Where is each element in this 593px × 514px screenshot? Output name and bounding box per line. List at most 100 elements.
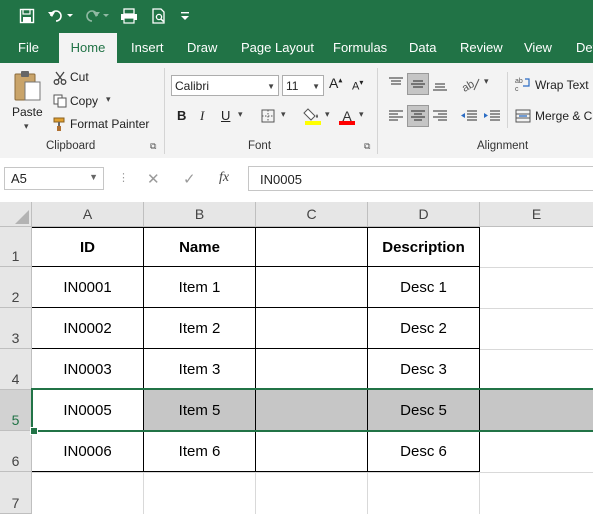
row-header-7[interactable]: 7 [0,472,32,514]
table-cell[interactable]: IN0001 [32,267,143,307]
formula-input[interactable]: IN0005 [248,166,593,191]
table-border [479,227,480,472]
wrap-text-icon[interactable]: ab c [514,75,532,93]
table-cell[interactable]: IN0002 [32,308,143,348]
underline-dropdown-icon[interactable]: ▾ [238,109,243,120]
quick-print-icon[interactable] [118,6,140,26]
table-cell[interactable]: IN0006 [32,431,143,471]
header-cell-name[interactable]: Name [144,228,255,266]
column-header-e[interactable]: E [480,202,593,227]
header-cell-id[interactable]: ID [32,228,143,266]
tab-data[interactable]: Data [409,33,436,63]
paste-dropdown-icon[interactable]: ▾ [24,121,29,132]
row-header-2[interactable]: 2 [0,267,32,308]
font-size-combo[interactable]: 11 ▼ [282,75,324,96]
font-color-dropdown-icon[interactable]: ▾ [359,109,364,120]
align-right-icon[interactable] [429,105,451,127]
undo-icon[interactable] [46,6,76,26]
borders-icon[interactable] [258,107,278,125]
cut-icon[interactable] [52,70,68,86]
tab-file[interactable]: File [18,33,39,63]
tab-view[interactable]: View [524,33,552,63]
gridline [480,267,593,268]
column-header-a[interactable]: A [32,202,144,227]
clipboard-launcher-icon[interactable]: ⧉ [150,141,156,152]
row-header-3[interactable]: 3 [0,308,32,349]
column-header-b[interactable]: B [144,202,256,227]
redo-icon[interactable] [82,6,112,26]
name-box[interactable]: A5 ▼ [4,167,104,190]
center-align-icon[interactable] [407,105,429,127]
gridline [479,472,480,514]
insert-function-button[interactable]: fx [219,170,229,186]
merge-center-icon[interactable] [514,107,532,125]
format-painter-icon[interactable] [52,116,68,132]
table-cell[interactable]: Item 1 [144,267,255,307]
gridline [480,472,593,473]
column-header-c[interactable]: C [256,202,368,227]
cancel-icon[interactable]: ✕ [147,170,160,188]
column-header-d[interactable]: D [368,202,480,227]
header-cell-empty[interactable] [256,228,367,266]
shrink-font-icon[interactable]: A▾ [352,78,363,93]
customize-toolbar-icon[interactable] [178,6,192,26]
fill-handle[interactable] [30,427,38,435]
tab-draw[interactable]: Draw [187,33,217,63]
splitter-icon[interactable]: ⋮ [118,171,129,184]
alignment-group-label: Alignment [477,140,529,152]
table-cell[interactable]: Item 6 [144,431,255,471]
row-header-6[interactable]: 6 [0,431,32,472]
tab-page-layout[interactable]: Page Layout [241,33,314,63]
font-color-icon[interactable]: A [337,105,357,127]
row-header-4[interactable]: 4 [0,349,32,390]
orientation-dropdown-icon[interactable]: ▾ [484,76,489,87]
table-cell[interactable]: Desc 1 [368,267,479,307]
increase-indent-icon[interactable] [481,105,503,127]
copy-icon[interactable] [52,93,68,109]
font-size-value: 11 [286,79,299,93]
enter-icon[interactable]: ✓ [183,170,196,188]
paste-icon[interactable] [12,69,42,103]
table-cell[interactable]: IN0003 [32,349,143,389]
separator [507,72,508,128]
tab-review[interactable]: Review [460,33,503,63]
format-painter-button[interactable]: Format Painter [70,117,149,131]
fill-color-dropdown-icon[interactable]: ▾ [325,109,330,120]
font-launcher-icon[interactable]: ⧉ [364,141,370,152]
merge-center-button[interactable]: Merge & C [535,109,592,123]
table-cell[interactable]: Item 3 [144,349,255,389]
cut-button[interactable]: Cut [70,70,89,84]
paste-button[interactable]: Paste [12,105,43,119]
top-align-icon[interactable] [385,73,407,95]
align-left-icon[interactable] [385,105,407,127]
borders-dropdown-icon[interactable]: ▾ [281,109,286,120]
copy-dropdown-icon[interactable]: ▾ [106,94,111,105]
decrease-indent-icon[interactable] [458,105,480,127]
table-cell[interactable]: Desc 3 [368,349,479,389]
save-icon[interactable] [16,6,38,26]
row-header-1[interactable]: 1 [0,227,32,267]
tab-insert[interactable]: Insert [131,33,164,63]
table-cell[interactable]: Desc 2 [368,308,479,348]
row-header-5[interactable]: 5 [0,390,32,431]
row-number: 2 [11,289,20,305]
tab-formulas[interactable]: Formulas [333,33,387,63]
tab-developer[interactable]: Dev [576,33,593,63]
table-cell[interactable]: Desc 6 [368,431,479,471]
font-name-combo[interactable]: Calibri ▼ [171,75,279,96]
bottom-align-icon[interactable] [429,73,451,95]
italic-button[interactable]: I [200,108,204,124]
header-cell-description[interactable]: Description [368,228,479,266]
middle-align-icon[interactable] [407,73,429,95]
wrap-text-button[interactable]: Wrap Text [535,78,589,92]
fill-color-icon[interactable] [302,105,324,127]
copy-button[interactable]: Copy [70,94,98,108]
grow-font-icon[interactable]: A▴ [329,75,342,91]
tab-home[interactable]: Home [59,33,117,63]
print-preview-icon[interactable] [148,6,170,26]
orientation-icon[interactable]: ab [458,73,484,95]
underline-button[interactable]: U [221,108,230,123]
table-cell[interactable]: Item 2 [144,308,255,348]
select-all-button[interactable] [0,202,32,227]
bold-button[interactable]: B [177,108,186,123]
